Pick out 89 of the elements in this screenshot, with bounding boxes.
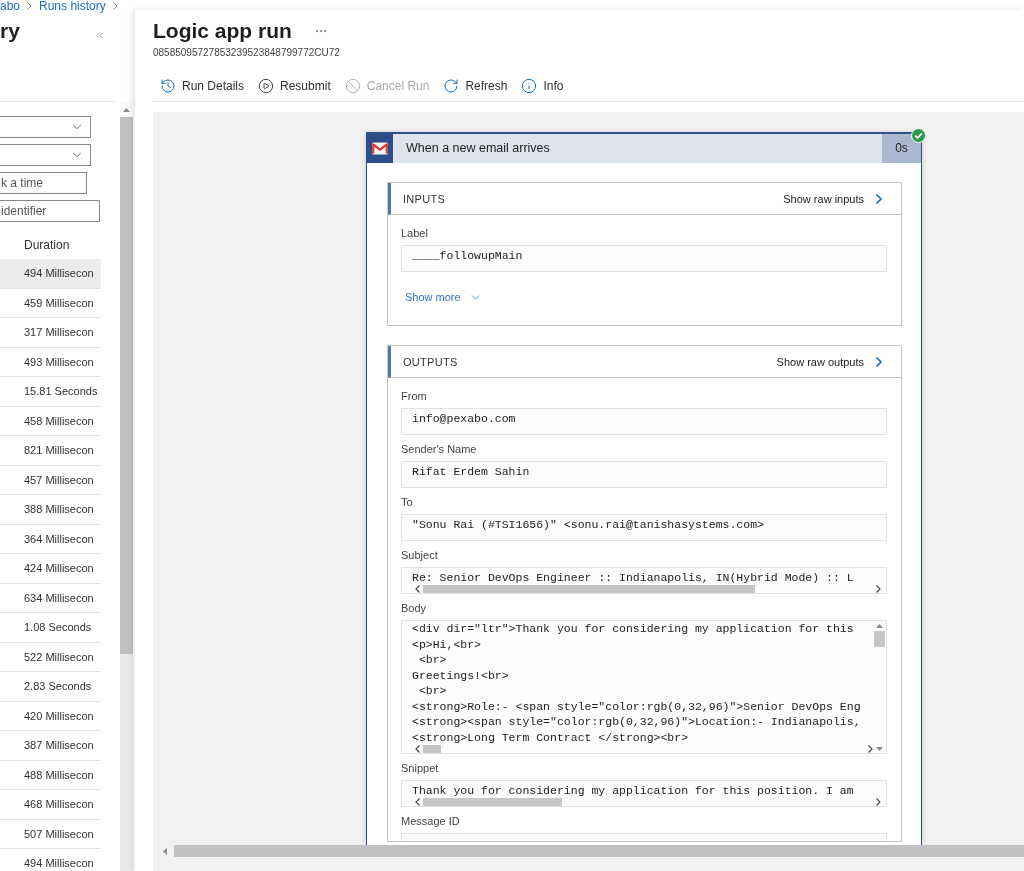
caret-left-icon[interactable] — [163, 847, 167, 855]
table-row[interactable]: 458 Millisecon — [0, 406, 101, 436]
table-row[interactable]: 2.83 Seconds — [0, 672, 101, 702]
run-id: 08585095727853239523848799772CU72 — [153, 47, 340, 59]
field-label: Sender's Name — [401, 443, 477, 456]
show-more-link[interactable]: Show more — [405, 290, 482, 304]
breadcrumb-link[interactable]: Runs history — [39, 0, 106, 12]
show-raw-link[interactable]: Show raw outputs — [776, 353, 887, 370]
table-row[interactable]: 494 Millisecon — [0, 259, 101, 289]
table-row[interactable]: 420 Millisecon — [0, 701, 101, 731]
field-value: ____followupMain — [412, 248, 523, 263]
section-heading: OUTPUTS — [403, 355, 458, 368]
scrollbar-thumb[interactable] — [120, 117, 133, 654]
scrollbar-thumb[interactable] — [423, 798, 562, 806]
field-value: Thank you for considering my application for this position. I am — [412, 783, 854, 798]
column-header[interactable]: Duration — [0, 231, 70, 259]
code-line: Greetings!<br> — [412, 667, 509, 683]
table-row[interactable]: 493 Millisecon — [0, 347, 101, 377]
scrollbar-thumb[interactable] — [873, 631, 885, 647]
step-title: When a new email arrives — [405, 140, 551, 157]
table-row[interactable]: 634 Millisecon — [0, 583, 101, 613]
dropdown[interactable] — [0, 116, 91, 138]
table-row[interactable]: 468 Millisecon — [0, 790, 101, 820]
field-label: To — [401, 496, 413, 509]
code-line: <strong>Role:- <span style="color:rgb(0,32,96)">Senior DevOps Eng — [412, 698, 861, 714]
toolbar-button[interactable]: Resubmit — [258, 77, 331, 94]
chevron-left-icon[interactable] — [415, 798, 420, 806]
breadcrumb-link[interactable]: abo — [0, 0, 21, 12]
toolbar-button[interactable]: Run Details — [160, 77, 245, 94]
field-value: "Sonu Rai (#TSI1656)" <sonu.rai@tanishasystems.com> — [412, 517, 764, 532]
text-input[interactable]: k a time — [0, 172, 87, 194]
play-circle-icon — [258, 77, 275, 94]
field-label: From — [401, 390, 427, 403]
page-title: Logic app run — [153, 18, 292, 44]
code-line: <strong><span style="color:rgb(0,32,96)">Location:- Indianapolis, — [412, 714, 861, 730]
chevron-right-icon[interactable] — [876, 798, 881, 806]
caret-up-icon[interactable] — [875, 624, 883, 628]
table-row[interactable]: 507 Millisecon — [0, 819, 101, 849]
table-row[interactable]: 459 Millisecon — [0, 288, 101, 318]
vertical-scrollbar[interactable] — [873, 621, 885, 753]
panel-title: ry — [0, 18, 20, 44]
chevron-left-icon[interactable] — [415, 585, 420, 593]
code-line: <div dir="ltr">Thank you for considering my application for this — [412, 621, 854, 637]
table-row[interactable]: 494 Millisecon — [0, 849, 101, 871]
code-line: <br> — [417, 652, 447, 668]
text-input[interactable]: identifier — [0, 200, 100, 222]
refresh-icon — [443, 77, 460, 94]
code-line: <strong>Long Term Contract </strong><br> — [412, 729, 689, 745]
toolbar-button[interactable]: Refresh — [443, 77, 508, 94]
table-row[interactable]: 387 Millisecon — [0, 731, 101, 761]
field-label: Message ID — [401, 815, 460, 828]
section-heading: INPUTS — [403, 192, 446, 205]
ban-icon — [344, 77, 361, 94]
field-label: Snippet — [401, 762, 439, 775]
info-icon — [521, 77, 538, 94]
table-row[interactable]: 821 Millisecon — [0, 436, 101, 466]
table-row[interactable]: 488 Millisecon — [0, 760, 101, 790]
scrollbar-thumb[interactable] — [423, 585, 755, 593]
chevron-right-icon[interactable] — [876, 585, 881, 593]
toolbar-button[interactable]: Info — [521, 77, 564, 94]
field-value: info@pexabo.com — [412, 411, 516, 426]
chevron-left-icon[interactable] — [415, 745, 420, 753]
duration-label: 0s — [882, 134, 921, 163]
caret-up-icon[interactable] — [123, 107, 130, 112]
field-label: Body — [401, 602, 427, 615]
table-row[interactable]: 1.08 Seconds — [0, 613, 101, 643]
field-value: Rifat Erdem Sahin — [412, 464, 530, 479]
scrollbar-thumb[interactable] — [423, 745, 441, 753]
double-chevron-icon[interactable] — [94, 30, 105, 41]
field-value: Re: Senior DevOps Engineer :: Indianapolis, IN(Hybrid Mode) :: L — [412, 570, 854, 585]
table-row[interactable]: 15.81 Seconds — [0, 377, 101, 407]
field-label: Subject — [401, 549, 438, 562]
chevron-right-icon[interactable] — [868, 745, 873, 753]
dropdown[interactable] — [0, 144, 91, 166]
code-line: <br> — [417, 683, 447, 699]
table-row[interactable]: 388 Millisecon — [0, 495, 101, 525]
table-row[interactable]: 457 Millisecon — [0, 465, 101, 495]
history-icon — [160, 77, 176, 94]
chevron-right-icon — [27, 2, 33, 10]
code-line: <p>Hi,<br> — [412, 636, 481, 652]
table-row[interactable]: 364 Millisecon — [0, 524, 101, 554]
table-row[interactable]: 522 Millisecon — [0, 642, 101, 672]
vertical-scrollbar[interactable] — [120, 102, 133, 871]
show-raw-link[interactable]: Show raw inputs — [783, 190, 887, 207]
table-row[interactable]: 317 Millisecon — [0, 318, 101, 348]
step-header[interactable]: When a new email arrives 0s — [367, 134, 921, 163]
field-label: Label — [401, 227, 428, 240]
table-row[interactable]: 424 Millisecon — [0, 554, 101, 584]
chevron-right-icon — [112, 2, 118, 10]
